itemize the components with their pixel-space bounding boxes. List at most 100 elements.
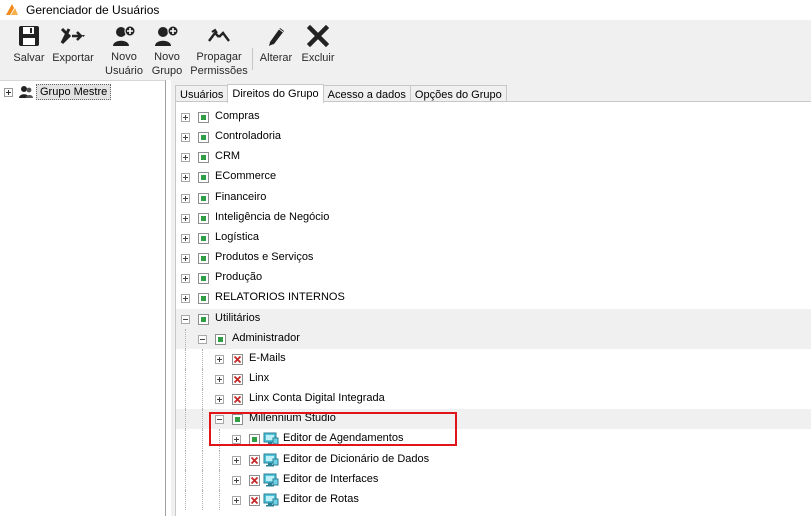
permission-granted-checkbox[interactable] — [198, 232, 209, 244]
expand-toggle[interactable] — [232, 475, 241, 485]
permission-denied-checkbox[interactable] — [232, 373, 243, 385]
permission-denied-checkbox[interactable] — [249, 494, 260, 506]
new-group-button[interactable]: Novo Grupo — [148, 22, 186, 78]
tree-guide-line — [202, 409, 203, 430]
new-user-button[interactable]: Novo Usuário — [104, 22, 144, 78]
tree-node-label: Linx — [249, 371, 270, 384]
new-group-label: Novo Grupo — [151, 51, 183, 77]
toolbar-separator — [252, 48, 253, 70]
tree-node-label: Utilitários — [215, 311, 261, 324]
tree-guide-line — [202, 389, 203, 410]
expand-toggle[interactable] — [4, 87, 13, 97]
monitor-object-icon — [263, 492, 279, 508]
expand-toggle[interactable] — [215, 374, 224, 384]
tree-row[interactable]: Linx Conta Digital Integrada — [176, 389, 811, 410]
tree-row[interactable]: Financeiro — [176, 188, 811, 208]
tree-node-label: CRM — [215, 150, 241, 163]
export-button[interactable]: Exportar — [50, 22, 96, 78]
tree-row[interactable]: Editor de Rotas — [176, 489, 811, 510]
permission-granted-checkbox[interactable] — [198, 192, 209, 204]
tree-guide-line — [219, 489, 220, 510]
delete-button[interactable]: Excluir — [300, 22, 336, 78]
tree-guide-line — [185, 469, 186, 490]
save-button[interactable]: Salvar — [10, 22, 48, 78]
expand-toggle[interactable] — [181, 254, 190, 264]
permission-granted-checkbox[interactable] — [215, 333, 226, 345]
tree-row[interactable]: Editor de Interfaces — [176, 469, 811, 490]
delete-label: Excluir — [301, 52, 335, 64]
tree-guide-line — [202, 449, 203, 470]
expand-toggle[interactable] — [181, 274, 190, 284]
expand-toggle[interactable] — [181, 213, 190, 223]
monitor-object-icon — [263, 472, 279, 488]
permission-granted-checkbox[interactable] — [198, 112, 209, 123]
tree-node-label: Produção — [215, 271, 263, 284]
tree-row[interactable]: Linx — [176, 368, 811, 389]
tree-row[interactable]: Administrador — [176, 328, 811, 349]
tree-row[interactable]: Produtos e Serviços — [176, 248, 811, 268]
tree-node-label: Financeiro — [215, 190, 267, 203]
expand-toggle[interactable] — [181, 233, 190, 243]
tree-row[interactable]: Controladoria — [176, 127, 811, 147]
expand-toggle[interactable] — [215, 395, 224, 405]
permission-granted-checkbox[interactable] — [198, 313, 209, 325]
tree-row[interactable]: E-Mails — [176, 348, 811, 369]
edit-button[interactable]: Alterar — [258, 22, 294, 78]
rights-tree: Compras Controladoria CRM ECommerce Financei… — [175, 101, 811, 516]
tree-guide-line — [185, 429, 186, 450]
tab-direitos-do-grupo[interactable]: Direitos do Grupo — [227, 84, 324, 103]
tree-guide-line — [185, 368, 186, 389]
permission-granted-checkbox[interactable] — [198, 152, 209, 164]
tree-row[interactable]: RELATORIOS INTERNOS — [176, 288, 811, 308]
tree-guide-line — [185, 489, 186, 510]
expand-toggle[interactable] — [181, 173, 190, 183]
permission-denied-checkbox[interactable] — [249, 454, 260, 466]
expand-toggle[interactable] — [181, 113, 190, 122]
tree-row[interactable]: Compras — [176, 107, 811, 127]
permission-granted-checkbox[interactable] — [198, 293, 209, 305]
collapse-toggle[interactable] — [198, 334, 207, 344]
permission-granted-checkbox[interactable] — [198, 273, 209, 285]
expand-toggle[interactable] — [181, 153, 190, 163]
group-icon — [19, 86, 33, 98]
tree-node-label: E-Mails — [249, 351, 286, 364]
tree-row[interactable]: Inteligência de Negócio — [176, 208, 811, 228]
tree-row[interactable]: CRM — [176, 147, 811, 167]
tree-guide-line — [202, 368, 203, 389]
permission-granted-checkbox[interactable] — [198, 253, 209, 265]
tree-node-label: Compras — [215, 110, 260, 122]
tree-row[interactable]: Logística — [176, 228, 811, 248]
tree-guide-line — [185, 409, 186, 430]
expand-toggle[interactable] — [215, 354, 224, 364]
expand-toggle[interactable] — [181, 193, 190, 203]
propagate-permissions-button[interactable]: Propagar Permissões — [190, 22, 248, 78]
permission-granted-checkbox[interactable] — [198, 132, 209, 144]
expand-toggle[interactable] — [232, 495, 241, 505]
export-icon — [60, 23, 86, 49]
permission-granted-checkbox[interactable] — [198, 212, 209, 224]
permission-denied-checkbox[interactable] — [232, 394, 243, 406]
tree-guide-line — [185, 389, 186, 410]
propagate-icon — [206, 23, 232, 48]
tree-guide-line — [202, 348, 203, 369]
expand-toggle[interactable] — [181, 294, 190, 304]
permission-granted-checkbox[interactable] — [198, 172, 209, 184]
tree-guide-line — [219, 449, 220, 470]
tree-node-label: Grupo Mestre — [36, 84, 112, 100]
tree-node-label: Editor de Dicionário de Dados — [283, 452, 430, 465]
tree-row[interactable]: Editor de Dicionário de Dados — [176, 449, 811, 470]
groups-tree-pane: Grupo Mestre — [0, 80, 166, 516]
tree-node-grupo-mestre[interactable]: Grupo Mestre — [4, 83, 112, 101]
tree-row[interactable]: ECommerce — [176, 167, 811, 187]
tree-row[interactable]: Utilitários — [176, 308, 811, 329]
expand-toggle[interactable] — [181, 133, 190, 143]
highlight-annotation — [209, 412, 457, 446]
tree-row[interactable]: Produção — [176, 268, 811, 288]
tree-guide-line — [185, 348, 186, 369]
tree-guide-line — [202, 469, 203, 490]
collapse-toggle[interactable] — [181, 314, 190, 324]
export-label: Exportar — [52, 52, 94, 64]
permission-denied-checkbox[interactable] — [249, 474, 260, 486]
expand-toggle[interactable] — [232, 455, 241, 465]
permission-denied-checkbox[interactable] — [232, 353, 243, 365]
